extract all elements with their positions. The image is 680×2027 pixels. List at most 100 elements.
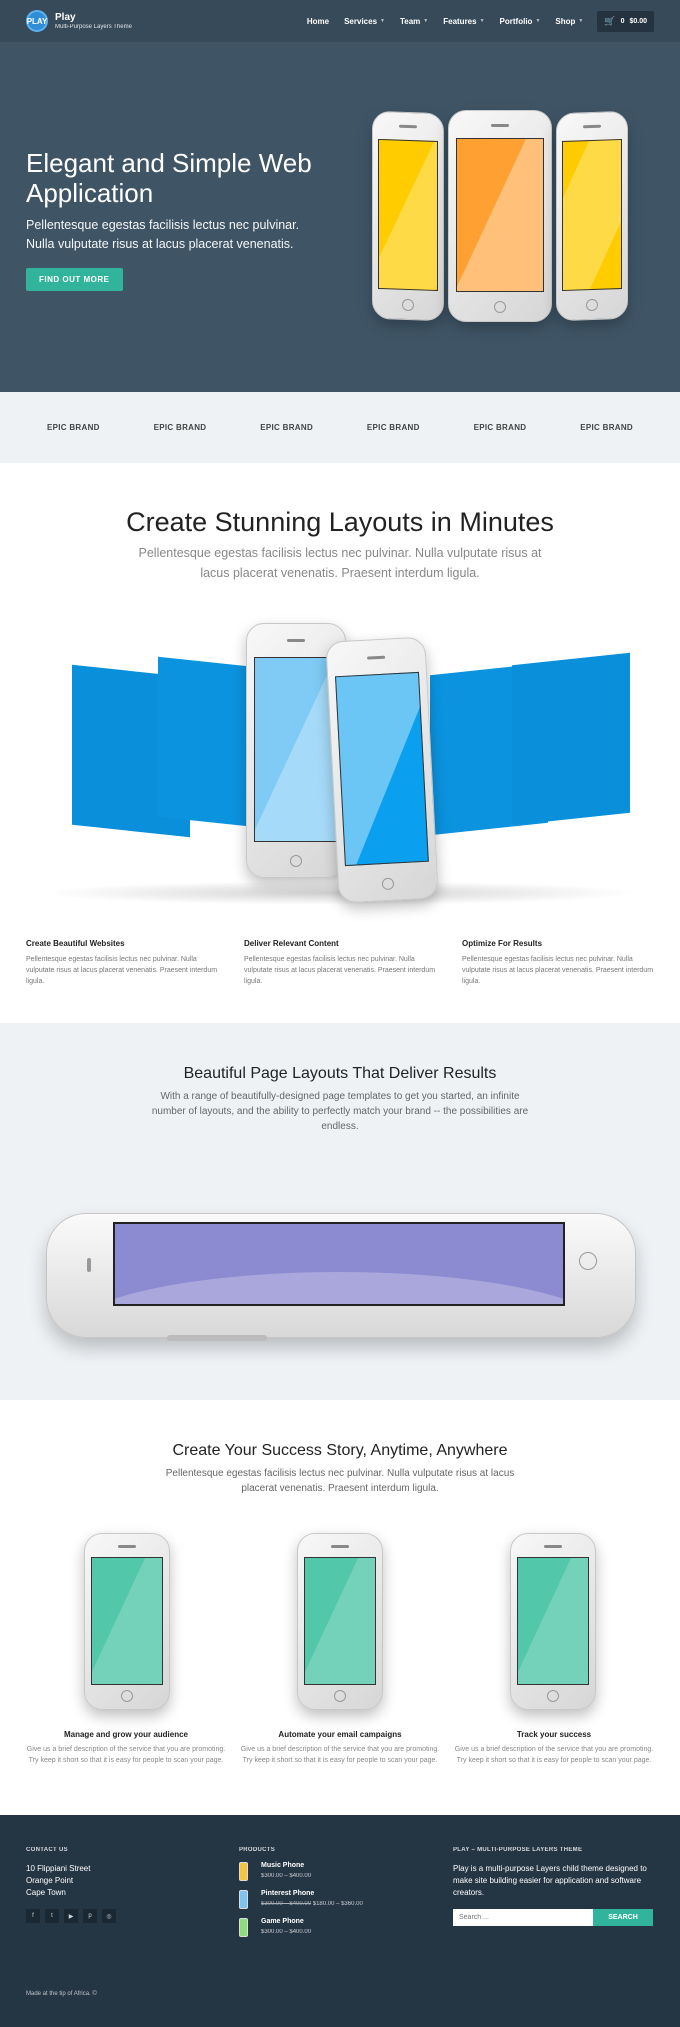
hero-phone-center: [448, 110, 552, 322]
phone-home-button: [290, 854, 302, 867]
product-name: Music Phone: [261, 1862, 305, 1869]
feature-phone: [297, 1533, 383, 1710]
column-text: Pellentesque egestas facilisis lectus ne…: [244, 956, 436, 985]
search-button[interactable]: SEARCH: [593, 1909, 653, 1926]
pinterest-icon[interactable]: p: [83, 1909, 97, 1923]
chevron-down-icon: ▼: [578, 18, 584, 24]
nav-item-label: Shop: [555, 16, 576, 26]
search-input[interactable]: [453, 1909, 593, 1926]
feature-text: Give us a brief description of the servi…: [240, 1746, 440, 1764]
product-sale-price: $180.00 – $360.00: [312, 1901, 363, 1907]
column-text: Pellentesque egestas facilisis lectus ne…: [462, 956, 654, 985]
chevron-down-icon: ▼: [479, 18, 485, 24]
product-price: $300.00 – $400.00: [261, 1929, 312, 1935]
phone-screen: [90, 1556, 164, 1685]
success-lead: Pellentesque egestas facilisis lectus ne…: [165, 1468, 515, 1494]
phone-speaker: [544, 1544, 562, 1548]
footer-about: PLAY – MULTI-PURPOSE LAYERS THEME Play i…: [453, 1847, 653, 1926]
address-line: Orange Point: [26, 1876, 74, 1885]
layouts-title: Create Stunning Layouts in Minutes: [126, 507, 554, 537]
address-line: Cape Town: [26, 1888, 66, 1897]
site-logo[interactable]: PLAY Play Multi-Purpose Layers Theme: [26, 10, 132, 32]
product-thumbnail: [239, 1918, 248, 1937]
phone-speaker: [331, 1544, 349, 1548]
phone-screen: [561, 138, 623, 292]
cart-icon: 🛒: [604, 15, 616, 26]
brand-logo: EPIC BRAND: [153, 423, 207, 432]
phone-speaker: [583, 125, 601, 129]
phone-speaker: [399, 125, 417, 129]
nav-item-team[interactable]: Team ▼: [400, 17, 428, 26]
nav-item-label: Team: [399, 16, 421, 26]
feature-item: Manage and grow your audience Give us a …: [26, 1730, 226, 1766]
chevron-down-icon: ▼: [535, 18, 541, 24]
phone-screen: [456, 138, 544, 292]
footer-products: PRODUCTS Music Phone $300.00 – $400.00 P…: [239, 1847, 429, 1937]
phone-screen: [516, 1556, 590, 1685]
cart-total: $0.00: [629, 17, 647, 25]
product-price: $300.00 – $400.00: [261, 1873, 312, 1879]
column-text: Pellentesque egestas facilisis lectus ne…: [26, 956, 218, 985]
find-out-more-button[interactable]: FIND OUT MORE: [26, 268, 123, 291]
nav-item-label: Features: [443, 16, 477, 26]
feature-title: Track your success: [516, 1730, 592, 1739]
nav-item-label: Services: [344, 16, 378, 26]
address: 10 Flippiani Street Orange Point Cape To…: [26, 1863, 216, 1899]
feature-text: Give us a brief description of the servi…: [454, 1746, 654, 1764]
about-text: Play is a multi-purpose Layers child the…: [453, 1864, 647, 1897]
nav-item-home[interactable]: Home: [307, 17, 329, 26]
product-item[interactable]: Pinterest Phone $300.00 – $400.00 $180.0…: [239, 1890, 429, 1909]
twitter-icon[interactable]: t: [45, 1909, 59, 1923]
nav-item-services[interactable]: Services ▼: [344, 17, 385, 26]
brand-logo: EPIC BRAND: [260, 423, 314, 432]
nav-item-portfolio[interactable]: Portfolio ▼: [500, 17, 541, 26]
landscape-phone-speaker: [87, 1258, 91, 1272]
site-footer: CONTACT US 10 Flippiani Street Orange Po…: [0, 1815, 680, 2027]
phone-speaker: [118, 1544, 136, 1548]
layouts-lead: Pellentesque egestas facilisis lectus ne…: [138, 546, 542, 580]
phone-home-button: [381, 877, 395, 890]
main-nav: Home Services ▼ Team ▼ Features ▼ Portfolio…: [292, 10, 654, 32]
product-item[interactable]: Music Phone $300.00 – $400.00: [239, 1862, 429, 1881]
phone-screen: [377, 138, 439, 292]
layouts-column: Create Beautiful Websites Pellentesque e…: [26, 939, 218, 987]
address-line: 10 Flippiani Street: [26, 1864, 91, 1873]
product-thumbnail: [239, 1862, 248, 1881]
product-old-price: $300.00 – $400.00: [261, 1901, 312, 1907]
column-title: Create Beautiful Websites: [26, 939, 125, 948]
brand-logo: EPIC BRAND: [580, 423, 633, 432]
nav-item-shop[interactable]: Shop ▼: [555, 17, 583, 26]
layouts-column: Optimize For Results Pellentesque egesta…: [462, 939, 654, 987]
dribbble-icon[interactable]: ◎: [102, 1909, 116, 1923]
hero-text: Pellentesque egestas facilisis lectus ne…: [26, 218, 300, 251]
layouts-section: Create Stunning Layouts in Minutes Pelle…: [0, 463, 680, 1023]
product-item[interactable]: Game Phone $300.00 – $400.00: [239, 1918, 429, 1937]
nav-item-features[interactable]: Features ▼: [443, 17, 484, 26]
feature-item: Automate your email campaigns Give us a …: [240, 1730, 440, 1766]
cart-button[interactable]: 🛒 0 $0.00: [597, 10, 654, 32]
feature-title: Automate your email campaigns: [278, 1730, 402, 1739]
search-form: SEARCH: [453, 1909, 653, 1926]
results-title: Beautiful Page Layouts That Deliver Resu…: [183, 1065, 497, 1082]
phone-home-button: [402, 298, 414, 311]
copyright: Made at the tip of Africa. ©: [26, 1991, 97, 1997]
brand-logo: EPIC BRAND: [46, 423, 100, 432]
phone-speaker: [287, 639, 305, 643]
feature-phone: [510, 1533, 596, 1710]
hero-section: PLAY Play Multi-Purpose Layers Theme Hom…: [0, 0, 680, 392]
nav-item-label: Home: [306, 16, 330, 26]
facebook-icon[interactable]: f: [26, 1909, 40, 1923]
hero-title: Elegant and Simple Web Application: [26, 148, 312, 208]
success-features: Manage and grow your audience Give us a …: [26, 1730, 654, 1766]
youtube-icon[interactable]: ▶: [64, 1909, 78, 1923]
phone-speaker: [491, 123, 509, 127]
feature-text: Give us a brief description of the servi…: [26, 1746, 226, 1764]
brand-strip: EPIC BRAND EPIC BRAND EPIC BRAND EPIC BR…: [0, 392, 680, 463]
column-title: Deliver Relevant Content: [244, 939, 339, 948]
feature-title: Manage and grow your audience: [63, 1730, 189, 1739]
top-navigation-bar: PLAY Play Multi-Purpose Layers Theme Hom…: [0, 0, 680, 42]
logo-text: Play Multi-Purpose Layers Theme: [55, 12, 132, 30]
brand-logo: EPIC BRAND: [366, 423, 420, 432]
landscape-phone-image: [46, 1213, 636, 1341]
success-section: Create Your Success Story, Anytime, Anyw…: [0, 1400, 680, 1815]
